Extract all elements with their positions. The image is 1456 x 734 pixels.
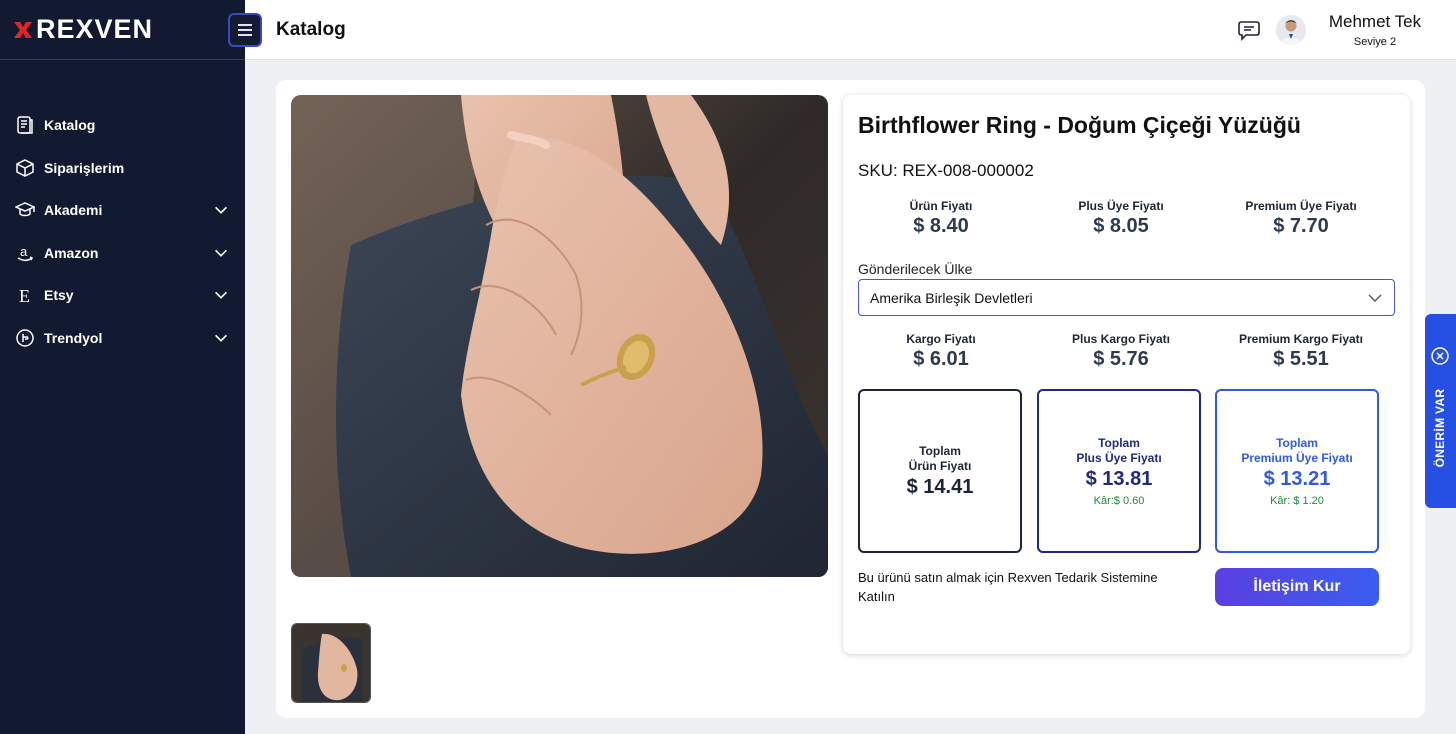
product-detail-card: Birthflower Ring - Doğum Çiçeği Yüzüğü S… — [276, 80, 1425, 718]
profit-label: Kâr:$ 0.60 — [1093, 494, 1145, 507]
country-select-value: Amerika Birleşik Devletleri — [870, 289, 1033, 306]
sidebar-item-label: Amazon — [44, 244, 99, 261]
sidebar-item-amazon[interactable]: a Amazon — [0, 232, 245, 275]
shipping-plus: Plus Kargo Fiyatı $ 5.76 — [1071, 332, 1171, 370]
product-sku: SKU: REX-008-000002 — [858, 161, 1034, 180]
avatar[interactable] — [1276, 15, 1306, 45]
top-header: Katalog Mehmet Tek Seviye 2 — [228, 0, 1456, 60]
brand-logo[interactable]: REXVEN — [0, 0, 245, 60]
user-level: Seviye 2 — [1353, 36, 1397, 48]
svg-text:a: a — [20, 244, 28, 259]
country-select[interactable]: Amerika Birleşik Devletleri — [858, 279, 1395, 316]
suggestion-label: ÖNERİM VAR — [1433, 388, 1447, 468]
amazon-icon: a — [14, 242, 36, 264]
chevron-down-icon — [211, 200, 231, 220]
header-user-area: Mehmet Tek Seviye 2 — [1236, 0, 1456, 60]
product-title: Birthflower Ring - Doğum Çiçeği Yüzüğü — [858, 112, 1301, 138]
sidebar-item-label: Akademi — [44, 202, 103, 219]
join-text: Bu ürünü satın almak için Rexven Tedarik… — [858, 570, 1158, 604]
sidebar-item-label: Siparişlerim — [44, 159, 125, 176]
menu-toggle-button[interactable] — [228, 12, 262, 47]
hamburger-icon — [238, 23, 252, 36]
box-icon — [14, 157, 36, 179]
total-standard-card: Toplam Ürün Fiyatı $ 14.41 — [858, 389, 1022, 553]
svg-text:E: E — [19, 286, 30, 305]
sidebar-item-katalog[interactable]: Katalog — [0, 104, 245, 147]
price-row: Ürün Fiyatı $ 8.40 Plus Üye Fiyatı $ 8.0… — [851, 199, 1391, 238]
chevron-down-icon — [211, 243, 231, 263]
user-info[interactable]: Mehmet Tek Seviye 2 — [1316, 12, 1434, 48]
price-plus: Plus Üye Fiyatı $ 8.05 — [1078, 199, 1164, 237]
brand-name: REXVEN — [36, 14, 154, 44]
price-standard: Ürün Fiyatı $ 8.40 — [909, 199, 973, 237]
page-title: Katalog — [276, 18, 346, 40]
graduation-cap-icon — [14, 199, 36, 221]
rexven-logo-icon — [12, 19, 34, 41]
close-icon[interactable] — [1430, 346, 1450, 366]
sidebar-item-label: Etsy — [44, 287, 74, 304]
total-premium-card: Toplam Premium Üye Fiyatı $ 13.21 Kâr: $… — [1215, 389, 1379, 553]
product-thumbnail[interactable] — [291, 623, 371, 703]
sidebar-item-trendyol[interactable]: Trendyol — [0, 317, 245, 360]
etsy-icon: E — [14, 284, 36, 306]
chevron-down-icon — [1366, 289, 1384, 307]
shipping-premium: Premium Kargo Fiyatı $ 5.51 — [1238, 332, 1364, 370]
chevron-down-icon — [211, 328, 231, 348]
shipping-row: Kargo Fiyatı $ 6.01 Plus Kargo Fiyatı $ … — [851, 332, 1391, 371]
price-premium: Premium Üye Fiyatı $ 7.70 — [1245, 199, 1357, 237]
country-label: Gönderilecek Ülke — [858, 261, 973, 277]
product-info-panel: Birthflower Ring - Doğum Çiçeği Yüzüğü S… — [843, 95, 1410, 654]
sidebar-nav: Katalog Siparişlerim Akademi a Amazon E … — [0, 104, 245, 359]
trendyol-icon — [14, 327, 36, 349]
sidebar: REXVEN Katalog Siparişlerim Akademi a Am… — [0, 0, 245, 734]
sidebar-item-label: Katalog — [44, 117, 96, 134]
sidebar-item-etsy[interactable]: E Etsy — [0, 274, 245, 317]
product-main-image[interactable] — [291, 95, 828, 577]
suggestion-tab[interactable]: ÖNERİM VAR — [1425, 314, 1456, 508]
total-plus-card: Toplam Plus Üye Fiyatı $ 13.81 Kâr:$ 0.6… — [1037, 389, 1201, 553]
chat-icon[interactable] — [1236, 17, 1262, 43]
user-name: Mehmet Tek — [1328, 12, 1422, 31]
sidebar-item-label: Trendyol — [44, 329, 103, 346]
catalog-icon — [14, 114, 36, 136]
profit-label: Kâr: $ 1.20 — [1270, 494, 1324, 507]
chevron-down-icon — [211, 285, 231, 305]
shipping-standard: Kargo Fiyatı $ 6.01 — [906, 332, 976, 370]
contact-button[interactable]: İletişim Kur — [1215, 568, 1379, 606]
sidebar-item-siparislerim[interactable]: Siparişlerim — [0, 147, 245, 190]
sidebar-item-akademi[interactable]: Akademi — [0, 189, 245, 232]
